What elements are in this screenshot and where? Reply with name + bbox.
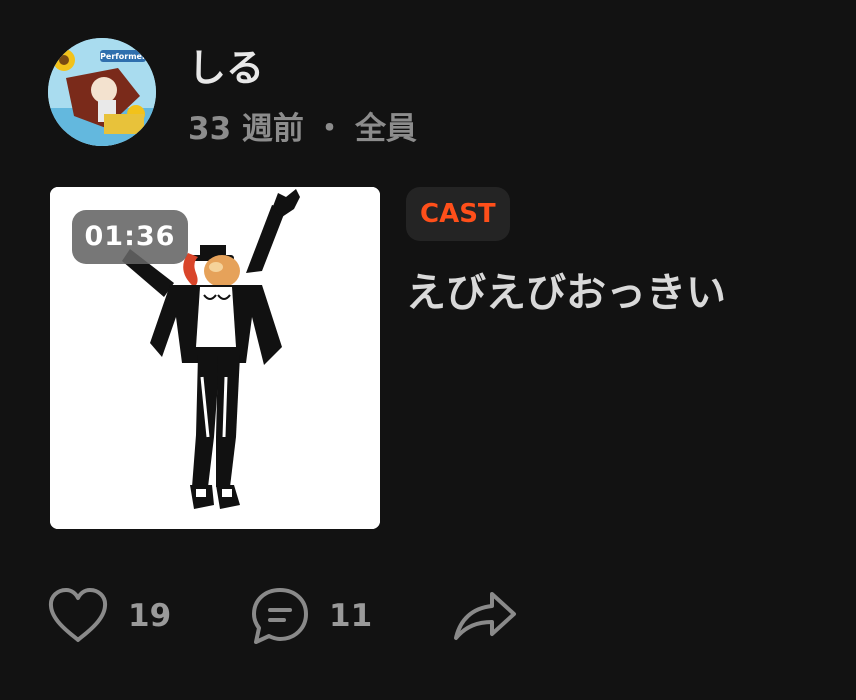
post-audience: 全員 (354, 111, 417, 147)
author-name[interactable]: しる (188, 44, 264, 92)
meta-separator: ・ (313, 111, 345, 147)
post-age: 33 週前 (188, 111, 304, 147)
comment-count: 11 (329, 598, 373, 634)
like-count: 19 (128, 598, 172, 634)
heart-outline-icon (46, 586, 110, 646)
author-avatar[interactable]: Performer (48, 38, 156, 146)
cast-tag[interactable]: CAST (406, 187, 510, 241)
duration-badge: 01:36 (72, 210, 188, 264)
post-title[interactable]: えびえびおっきい (406, 266, 726, 320)
like-button[interactable]: 19 (46, 586, 171, 646)
media-thumbnail[interactable]: 01:36 (50, 187, 380, 529)
avatar-badge-text: Performer (100, 52, 146, 61)
post-meta: 33 週前・全員 (188, 108, 417, 150)
chat-bubble-icon (249, 586, 311, 646)
share-button[interactable] (452, 586, 518, 646)
comment-button[interactable]: 11 (249, 586, 372, 646)
share-arrow-icon (452, 586, 518, 646)
post-card: Performer しる 33 週前・全員 01:36 CAST えびえびおっき… (0, 0, 856, 700)
